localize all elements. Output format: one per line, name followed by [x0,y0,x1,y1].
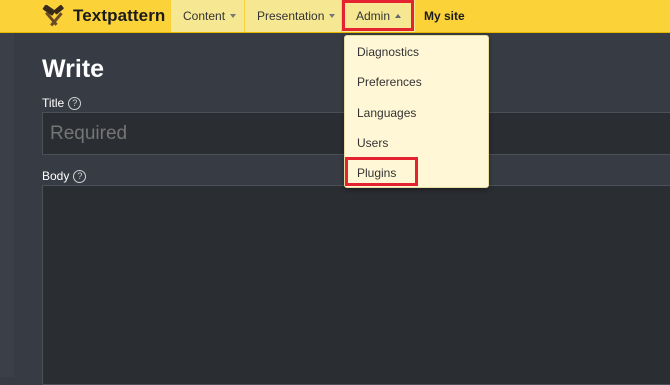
nav-admin-label: Admin [356,9,391,23]
caret-up-icon [395,13,402,18]
menu-item-users[interactable]: Users [357,136,388,150]
brand[interactable]: Textpattern [0,0,170,32]
brand-name: Textpattern [73,6,166,25]
hammer-icon [42,5,64,27]
title-label-text: Title [42,96,65,110]
nav-content[interactable]: Content [171,0,244,32]
menu-item-preferences[interactable]: Preferences [357,75,422,89]
nav-my-site[interactable]: My site [414,0,484,32]
body-textarea[interactable] [42,185,670,385]
nav-content-label: Content [183,9,226,23]
help-circle-icon[interactable]: ? [73,170,87,183]
nav-my-site-label: My site [424,9,465,23]
body-label-text: Body [42,169,70,183]
body-label: Body? [42,169,87,183]
caret-down-icon [329,13,336,18]
nav-presentation-label: Presentation [257,9,325,23]
caret-down-icon [230,13,237,18]
page-title: Write [42,55,105,83]
top-navigation-bar: Textpattern Content Presentation Admin M… [0,0,670,33]
menu-item-languages[interactable]: Languages [357,106,416,120]
nav-presentation[interactable]: Presentation [245,0,341,32]
menu-item-plugins[interactable]: Plugins [357,166,396,180]
help-circle-icon[interactable]: ? [68,97,82,110]
admin-dropdown-menu: Diagnostics Preferences Languages Users … [344,35,489,188]
nav-admin[interactable]: Admin [342,0,415,32]
page-gutter [0,33,14,377]
title-label: Title? [42,96,82,110]
menu-item-diagnostics[interactable]: Diagnostics [357,45,419,59]
